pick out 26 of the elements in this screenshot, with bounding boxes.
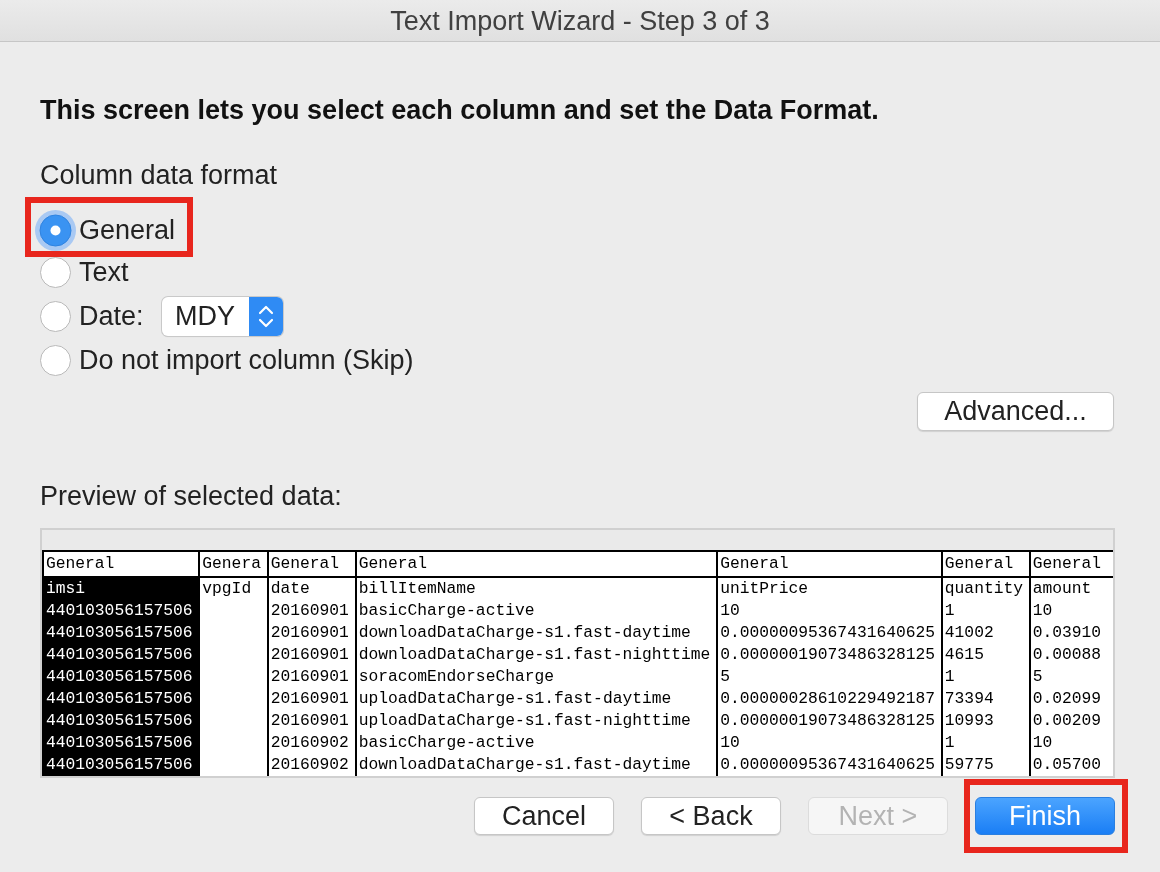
table-cell: 440103056157506: [44, 622, 199, 644]
table-cell: 440103056157506: [44, 644, 199, 666]
radio-label: General: [79, 215, 176, 245]
table-cell: 440103056157506: [44, 600, 199, 622]
dialog-button[interactable]: Cancel: [474, 797, 614, 835]
table-cell: 440103056157506: [44, 688, 199, 710]
table-cell: 440103056157506: [44, 666, 199, 688]
advanced-button[interactable]: Advanced...: [917, 392, 1114, 431]
section-label: Column data format: [40, 159, 278, 191]
window-title: Text Import Wizard - Step 3 of 3: [390, 4, 770, 37]
table-cell: 440103056157506: [44, 710, 199, 732]
radio-button[interactable]: [35, 209, 76, 251]
chevrons-up-down-icon: [248, 296, 283, 336]
radio-button[interactable]: [40, 300, 71, 332]
section-label: Preview of selected data:: [40, 480, 342, 512]
radio-label: Date:: [79, 301, 144, 331]
table-cell: 440103056157506: [44, 732, 199, 754]
radio-button[interactable]: [40, 256, 71, 288]
instruction-text: This screen lets you select each column and set the Data Format.: [40, 94, 879, 126]
table-cell: imsi: [44, 578, 199, 600]
date-format-select[interactable]: MDY: [161, 296, 283, 336]
radio-button[interactable]: [40, 344, 71, 376]
table-cell: 440103056157506: [44, 754, 199, 776]
radio-label: Text: [79, 257, 129, 287]
dialog-button[interactable]: < Back: [641, 797, 781, 835]
radio-label: Do not import column (Skip): [79, 345, 414, 375]
